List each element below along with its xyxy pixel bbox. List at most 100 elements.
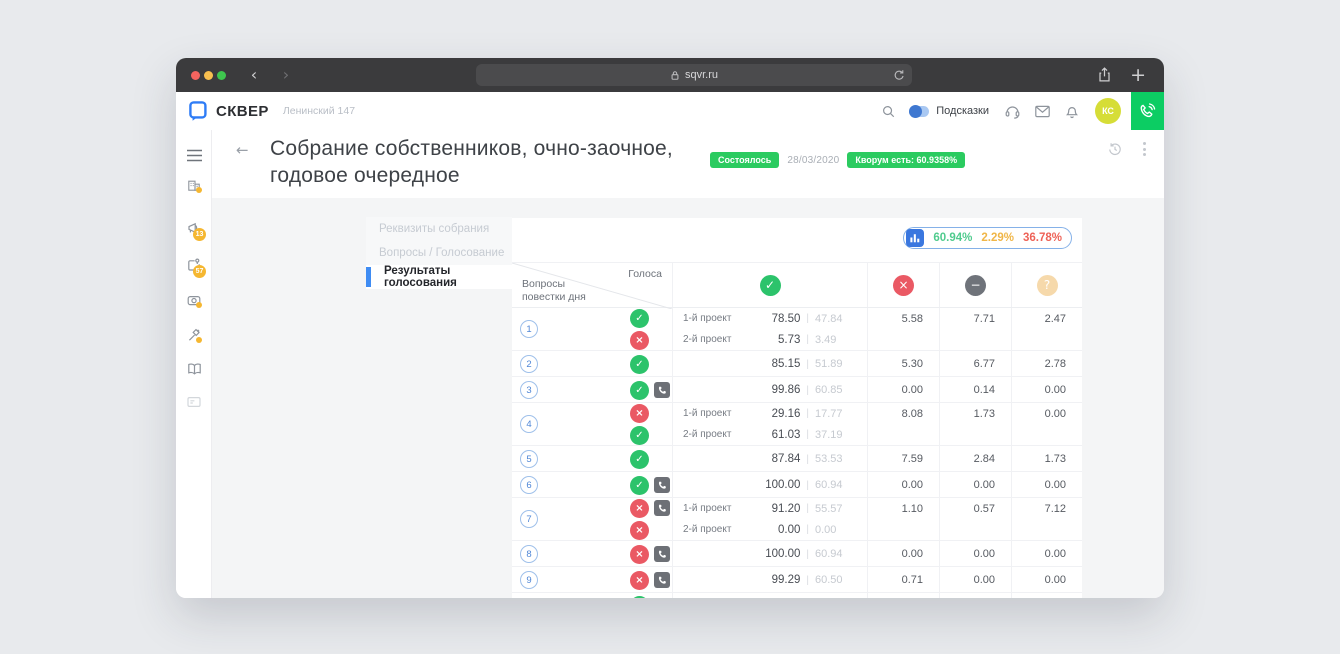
- tab-questions-voting[interactable]: Вопросы / Голосование: [366, 241, 512, 265]
- messages-envelope-icon[interactable]: [1027, 104, 1057, 119]
- sidebar: 13 57: [176, 130, 212, 598]
- more-options-menu[interactable]: [1137, 140, 1152, 158]
- table-row[interactable]: 5✓87.84|53.537.592.841.73: [512, 446, 1082, 472]
- browser-chrome: ‹ › sqvr.ru +: [176, 58, 1164, 92]
- browser-window: ‹ › sqvr.ru + СКВЕР Ленинский 147: [176, 58, 1164, 598]
- vote-result-icons: ✓: [630, 476, 670, 495]
- votes-for-percent: 17.77: [815, 408, 857, 420]
- sidebar-item-voting[interactable]: 57: [176, 253, 212, 277]
- vote-unknown-icon: ?: [1037, 275, 1058, 296]
- share-icon[interactable]: [1097, 67, 1112, 83]
- votes-for-cell: 1-й проект78.50|47.842-й проект5.73|3.49: [672, 308, 867, 350]
- app-logo[interactable]: СКВЕР: [176, 100, 269, 122]
- sidebar-item-announcements[interactable]: 13: [176, 216, 212, 240]
- vote-abstain-icon: −: [965, 275, 986, 296]
- reload-icon[interactable]: [892, 68, 905, 81]
- question-number: 6: [520, 476, 538, 494]
- tab-voting-results[interactable]: Результаты голосования: [366, 265, 512, 289]
- table-row[interactable]: ✓: [512, 593, 1082, 598]
- votes-against-value: 5.58: [902, 313, 923, 325]
- votes-against-value: 8.08: [902, 408, 923, 420]
- votes-unknown-value: 0.00: [1045, 574, 1066, 586]
- votes-abstain-value: 0.00: [974, 479, 995, 491]
- vote-against-icon: ×: [630, 545, 649, 564]
- sidebar-item-docs[interactable]: [176, 356, 212, 380]
- results-table-rows: 1✓×1-й проект78.50|47.842-й проект5.73|3…: [512, 308, 1082, 598]
- vote-result-icons: ✓×: [630, 309, 649, 350]
- table-row[interactable]: 9×99.29|60.500.710.000.00: [512, 567, 1082, 593]
- agenda-header-label: Вопросы повестки дня: [522, 278, 586, 303]
- votes-abstain-value: 7.71: [974, 313, 995, 325]
- quorum-badge: Кворум есть: 60.9358%: [847, 152, 965, 168]
- callback-button[interactable]: [1131, 92, 1164, 130]
- fullscreen-window-button[interactable]: [217, 71, 226, 80]
- history-icon[interactable]: [1107, 141, 1123, 157]
- totals-pill[interactable]: 60.94% 2.29% 36.78%: [903, 227, 1072, 249]
- skver-logo-icon: [188, 100, 208, 122]
- votes-for-cell: 1-й проект91.20|55.572-й проект0.00|0.00: [672, 498, 867, 540]
- manual-vote-icon: [654, 477, 670, 493]
- votes-abstain-value: 6.77: [974, 358, 995, 370]
- project-label: 1-й проект: [683, 313, 731, 324]
- votes-abstain-value: 0.00: [974, 548, 995, 560]
- lock-icon: [670, 70, 680, 81]
- app-header: СКВЕР Ленинский 147 Подсказки КС: [176, 92, 1164, 130]
- total-abstain-percent: 2.29%: [981, 232, 1014, 244]
- address-bar[interactable]: sqvr.ru: [476, 64, 912, 86]
- votes-for-percent: 60.85: [815, 384, 857, 396]
- question-cell: 8×: [512, 541, 672, 567]
- avatar[interactable]: КС: [1095, 98, 1121, 124]
- search-icon[interactable]: [873, 104, 903, 119]
- table-row[interactable]: 6✓100.00|60.940.000.000.00: [512, 472, 1082, 498]
- browser-back-button[interactable]: ‹: [242, 63, 266, 87]
- table-row[interactable]: 4×✓1-й проект29.16|17.772-й проект61.03|…: [512, 403, 1082, 446]
- table-row[interactable]: 7××1-й проект91.20|55.572-й проект0.00|0…: [512, 498, 1082, 541]
- question-number: 4: [520, 415, 538, 433]
- vote-for-icon: ✓: [630, 426, 649, 445]
- table-row[interactable]: 2✓85.15|51.895.306.772.78: [512, 351, 1082, 377]
- table-row[interactable]: 8×100.00|60.940.000.000.00: [512, 541, 1082, 567]
- announcements-badge: 13: [193, 228, 206, 241]
- sidebar-item-payments[interactable]: [176, 390, 212, 414]
- votes-against-value: 1.10: [902, 503, 923, 515]
- votes-for-value: 29.16: [748, 408, 800, 420]
- close-window-button[interactable]: [191, 71, 200, 80]
- sidebar-item-services[interactable]: [176, 323, 212, 347]
- votes-abstain-value: 0.57: [974, 503, 995, 515]
- results-table-header: Голоса Вопросы повестки дня ✓ × − ?: [512, 262, 1082, 308]
- question-cell: 4×✓: [512, 403, 672, 445]
- back-button[interactable]: ←: [236, 141, 249, 159]
- votes-against-value: 0.00: [902, 548, 923, 560]
- table-row[interactable]: 1✓×1-й проект78.50|47.842-й проект5.73|3…: [512, 308, 1082, 351]
- minimize-window-button[interactable]: [204, 71, 213, 80]
- question-cell: 6✓: [512, 472, 672, 498]
- sidebar-item-building[interactable]: [176, 173, 212, 197]
- question-cell: 5✓: [512, 446, 672, 472]
- hints-toggle[interactable]: Подсказки: [909, 105, 989, 117]
- section-tabs: Реквизиты собрания Вопросы / Голосование…: [366, 217, 512, 289]
- votes-against-value: 7.59: [902, 453, 923, 465]
- vote-for-icon: ✓: [630, 476, 649, 495]
- question-number: 5: [520, 450, 538, 468]
- sidebar-item-camera[interactable]: [176, 288, 212, 312]
- building-selector[interactable]: Ленинский 147: [283, 105, 355, 117]
- votes-against-value: 0.00: [902, 479, 923, 491]
- votes-for-value: 61.03: [748, 429, 800, 441]
- table-row[interactable]: 3✓99.86|60.850.000.140.00: [512, 377, 1082, 403]
- browser-forward-button[interactable]: ›: [274, 63, 298, 87]
- open-book-icon: [186, 361, 203, 376]
- votes-for-percent: 53.53: [815, 453, 857, 465]
- page-title-line2: годовое очередное: [270, 162, 673, 189]
- sidebar-menu-button[interactable]: [176, 143, 212, 167]
- vote-against-icon: ×: [630, 499, 649, 518]
- new-tab-button[interactable]: +: [1130, 66, 1146, 85]
- votes-for-percent: 0.00: [815, 524, 857, 536]
- support-headset-icon[interactable]: [997, 103, 1027, 120]
- votes-for-cell: 85.15|51.89: [672, 351, 867, 377]
- notifications-bell-icon[interactable]: [1057, 103, 1087, 120]
- votes-for-value: 0.00: [748, 524, 800, 536]
- votes-for-value: 85.15: [748, 358, 800, 370]
- tab-requisites[interactable]: Реквизиты собрания: [366, 217, 512, 241]
- logo-text: СКВЕР: [216, 103, 269, 120]
- votes-for-cell: 87.84|53.53: [672, 446, 867, 472]
